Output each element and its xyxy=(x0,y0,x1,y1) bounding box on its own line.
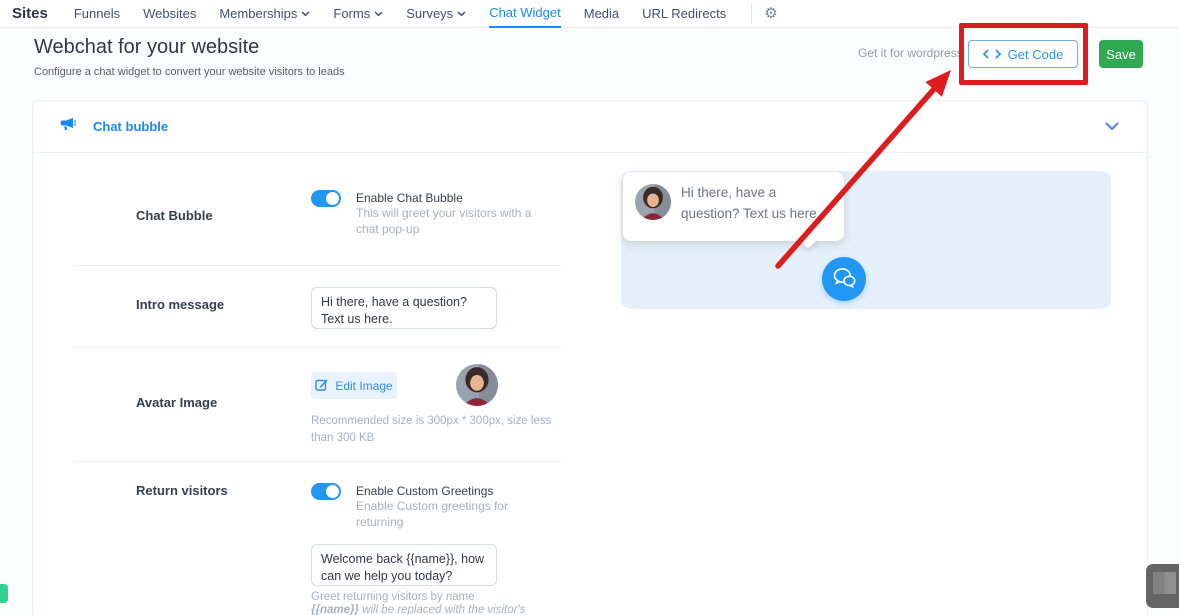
chevron-down-icon xyxy=(374,10,383,17)
scroll-widget-glyph xyxy=(1153,572,1176,594)
nav-item-forms[interactable]: Forms xyxy=(333,0,383,28)
scroll-widget[interactable] xyxy=(1146,564,1179,608)
webchat-settings-page: Sites Funnels Websites Memberships Forms… xyxy=(0,0,1179,615)
toggle-knob xyxy=(326,485,339,498)
chat-widget-edge-icon[interactable] xyxy=(0,584,8,603)
enable-custom-greetings-text: Enable Custom Greetings xyxy=(356,484,494,498)
enable-chat-bubble-text: Enable Chat Bubble xyxy=(356,191,463,205)
chat-bubbles-icon xyxy=(829,264,859,295)
collapse-chevron-icon[interactable] xyxy=(1105,119,1119,134)
row-divider xyxy=(73,265,561,266)
enable-chat-bubble-toggle[interactable] xyxy=(311,190,341,207)
toggle-knob xyxy=(326,192,339,205)
chevron-down-icon xyxy=(457,10,466,17)
section-title: Chat bubble xyxy=(93,119,169,134)
nav-separator xyxy=(751,3,753,24)
preview-message: Hi there, have a question? Text us here. xyxy=(681,185,821,221)
chat-bubble-description: This will greet your visitors with a cha… xyxy=(356,206,532,237)
return-visitors-label: Return visitors xyxy=(136,483,228,498)
nav-item-url-redirects[interactable]: URL Redirects xyxy=(642,0,726,28)
nav-item-funnels[interactable]: Funnels xyxy=(74,0,120,28)
row-divider xyxy=(73,347,561,348)
wordpress-link[interactable]: Get it for wordpress xyxy=(858,46,963,60)
chat-preview-popup: Hi there, have a question? Text us here. xyxy=(623,172,844,249)
row-divider xyxy=(73,461,561,462)
nav-item-surveys[interactable]: Surveys xyxy=(406,0,466,28)
page-subtitle: Configure a chat widget to convert your … xyxy=(34,66,345,78)
intro-message-label: Intro message xyxy=(136,297,225,312)
intro-message-input[interactable]: Hi there, have a question? Text us here. xyxy=(311,287,497,329)
megaphone-icon xyxy=(60,117,77,137)
gear-icon[interactable]: ⚙ xyxy=(764,0,777,28)
nav-item-chat-widget[interactable]: Chat Widget xyxy=(489,0,561,28)
nav-item-websites[interactable]: Websites xyxy=(143,0,196,28)
page-title: Webchat for your website xyxy=(34,36,260,58)
chat-bubble-label: Chat Bubble xyxy=(136,208,213,223)
top-navigation: Sites Funnels Websites Memberships Forms… xyxy=(0,0,1179,28)
chat-bubble-section-header[interactable]: Chat bubble xyxy=(33,101,1147,153)
nav-item-media[interactable]: Media xyxy=(584,0,619,28)
enable-custom-greetings-toggle[interactable] xyxy=(311,483,341,500)
chat-bubble-card: Chat bubble Chat Bubble Enable Chat Bubb… xyxy=(32,100,1148,615)
avatar-image-label: Avatar Image xyxy=(136,395,218,410)
name-replacement-hint: {{name}} will be replaced with the visit… xyxy=(311,604,526,615)
chevron-down-icon xyxy=(301,10,310,17)
avatar-image xyxy=(635,184,671,220)
welcome-back-input[interactable]: Welcome back {{name}}, how can we help y… xyxy=(311,544,497,586)
chat-bubble-fab[interactable] xyxy=(822,257,866,301)
edit-image-button[interactable]: Edit Image xyxy=(311,372,397,399)
avatar-size-hint: Recommended size is 300px * 300px, size … xyxy=(311,415,552,444)
code-icon xyxy=(982,47,1001,62)
pencil-icon xyxy=(315,378,328,394)
save-button[interactable]: Save xyxy=(1099,40,1143,68)
avatar-image[interactable] xyxy=(456,364,498,406)
get-code-button[interactable]: Get Code xyxy=(968,40,1078,68)
brand-sites[interactable]: Sites xyxy=(12,5,48,22)
nav-item-memberships[interactable]: Memberships xyxy=(219,0,310,28)
custom-greetings-description: Enable Custom greetings for returning xyxy=(356,499,509,530)
